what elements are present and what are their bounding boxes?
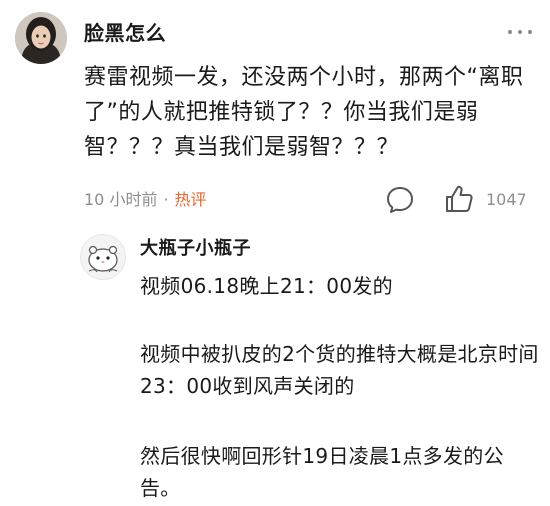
comment-text: 赛雷视频一发，还没两个小时，那两个“离职了”的人就把推特锁了？？你当我们是弱智？…: [84, 65, 524, 160]
hamster-avatar: [81, 235, 125, 279]
comment-meta: 10 小时前 · 热评: [84, 188, 207, 212]
thumbs-up-icon: [446, 185, 473, 212]
reply-username[interactable]: 大瓶子小瓶子: [140, 234, 251, 260]
comment-time: 10 小时前: [84, 190, 158, 209]
reply-paragraph: 视频中被扒皮的2个货的推特大概是北京时间23：00收到风声关闭的: [140, 342, 539, 398]
comment-card: 脸黑怎么 赛雷视频一发，还没两个小时，那两个“离职了”的人就把推特锁了？？你当我…: [0, 0, 550, 506]
user-avatar-photo: [15, 12, 67, 64]
like-count: 1047: [486, 190, 527, 209]
hot-comment-badge: 热评: [174, 190, 207, 209]
comment-bubble-icon: [387, 187, 413, 213]
reply-paragraph: 视频06.18晚上21：00发的: [140, 274, 393, 298]
more-options-button[interactable]: [506, 22, 534, 42]
user-avatar[interactable]: [15, 12, 67, 64]
comment-username[interactable]: 脸黑怎么: [84, 17, 166, 46]
like-button[interactable]: [444, 183, 474, 215]
meta-separator: ·: [163, 190, 169, 209]
reply-button[interactable]: [384, 184, 416, 216]
reply-paragraph: 然后很快啊回形针19日凌晨1点多发的公告。: [140, 444, 504, 500]
reply-avatar[interactable]: [80, 234, 126, 280]
